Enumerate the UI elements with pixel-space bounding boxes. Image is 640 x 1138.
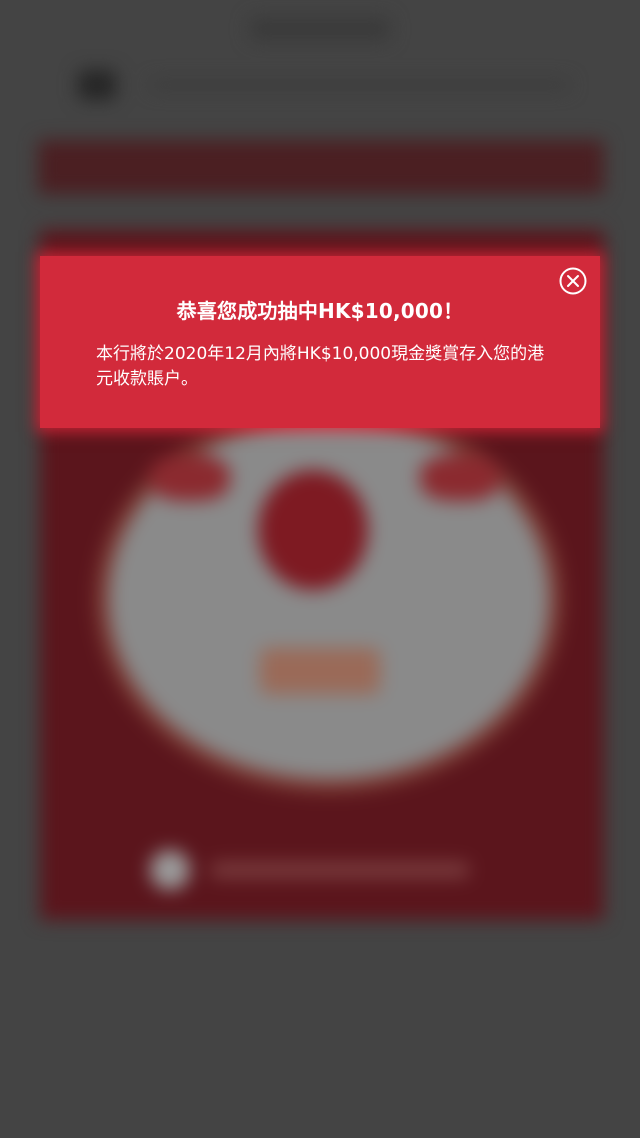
close-circle-icon [558,266,588,296]
promo-banner [38,140,604,194]
dialog-title: 恭喜您成功抽中HK$10,000！ [176,299,464,323]
nav-icon [78,70,116,100]
wheel-label [260,648,380,694]
wheel-segment [150,455,230,501]
header-title-placeholder [250,18,390,40]
close-button[interactable] [558,266,588,296]
screen: 恭喜您成功抽中HK$10,000！ 本行將於2020年12月內將HK$10,00… [0,0,640,1138]
prize-result-dialog: 恭喜您成功抽中HK$10,000！ 本行將於2020年12月內將HK$10,00… [40,256,600,428]
wheel-center-button [258,470,368,590]
wheel-segment [420,455,500,501]
blurred-background-app [0,0,640,1138]
footer-icon [150,850,190,890]
footer-text [210,862,470,878]
nav-bar [150,80,570,90]
dialog-message: 本行將於2020年12月內將HK$10,000現金獎賞存入您的港元收款賬户。 [96,344,545,389]
